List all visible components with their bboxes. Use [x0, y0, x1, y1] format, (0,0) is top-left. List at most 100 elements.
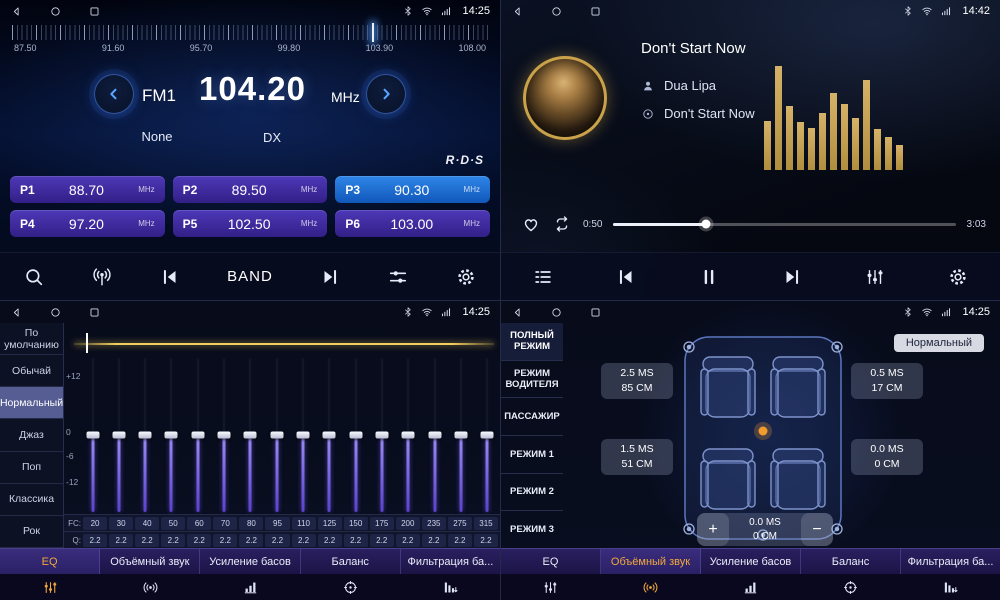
audio-tab-label[interactable]: Баланс	[801, 549, 901, 574]
filter-icon[interactable]	[900, 574, 1000, 600]
surround-icon[interactable]	[601, 574, 701, 600]
frequency-ruler[interactable]	[12, 25, 488, 40]
search-button[interactable]	[23, 266, 45, 288]
audio-tab-label[interactable]: Фильтрация ба...	[401, 549, 500, 574]
eq-slider-knob[interactable]	[244, 431, 257, 438]
eq-band-slider[interactable]	[295, 357, 312, 512]
audio-tab-label[interactable]: Усиление басов	[701, 549, 801, 574]
home-circle-icon[interactable]	[49, 5, 62, 18]
eq-vertical-icon[interactable]	[0, 574, 100, 600]
repeat-button[interactable]	[552, 214, 572, 234]
preset-button-p5[interactable]: P5102.50MHz	[173, 210, 328, 237]
bass-boost-icon[interactable]	[701, 574, 801, 600]
seek-up-button[interactable]	[366, 74, 406, 114]
prev-station-button[interactable]	[159, 266, 181, 288]
eq-band-slider[interactable]	[84, 357, 101, 512]
audio-tab-label[interactable]: EQ	[0, 549, 100, 574]
recents-square-icon[interactable]	[88, 306, 101, 319]
progress-bar[interactable]	[613, 223, 955, 226]
eq-preset-item[interactable]: Рок	[0, 516, 63, 548]
delay-minus-button[interactable]: −	[801, 513, 833, 546]
audio-tab-label[interactable]: EQ	[501, 549, 601, 574]
preset-button-p2[interactable]: P289.50MHz	[173, 176, 328, 203]
eq-slider-knob[interactable]	[112, 431, 125, 438]
filter-icon[interactable]	[400, 574, 500, 600]
eq-slider-knob[interactable]	[402, 431, 415, 438]
preset-button-p6[interactable]: P6103.00MHz	[335, 210, 490, 237]
eq-band-slider[interactable]	[400, 357, 417, 512]
eq-band-slider[interactable]	[347, 357, 364, 512]
playlist-button[interactable]	[532, 266, 554, 288]
surround-mode-item[interactable]: ПОЛНЫЙ РЕЖИМ	[501, 323, 563, 361]
eq-band-slider[interactable]	[242, 357, 259, 512]
audio-tab-label[interactable]: Объёмный звук	[601, 549, 701, 574]
eq-slider-knob[interactable]	[86, 431, 99, 438]
tune-button[interactable]	[387, 266, 409, 288]
eq-band-slider[interactable]	[163, 357, 180, 512]
eq-band-slider[interactable]	[426, 357, 443, 512]
back-icon[interactable]	[511, 5, 524, 18]
bass-boost-icon[interactable]	[200, 574, 300, 600]
audio-tab-label[interactable]: Баланс	[301, 549, 401, 574]
seek-down-button[interactable]	[94, 74, 134, 114]
eq-preset-item[interactable]: Обычай	[0, 355, 63, 387]
eq-vertical-icon[interactable]	[501, 574, 601, 600]
balance-icon[interactable]	[800, 574, 900, 600]
surround-icon[interactable]	[100, 574, 200, 600]
eq-slider-knob[interactable]	[191, 431, 204, 438]
progress-knob[interactable]	[701, 220, 710, 229]
eq-band-slider[interactable]	[374, 357, 391, 512]
audio-tab-label[interactable]: Усиление басов	[200, 549, 300, 574]
recents-square-icon[interactable]	[88, 5, 101, 18]
eq-slider-knob[interactable]	[165, 431, 178, 438]
eq-slider-knob[interactable]	[297, 431, 310, 438]
profile-badge[interactable]: Нормальный	[894, 334, 984, 352]
home-circle-icon[interactable]	[550, 306, 563, 319]
eq-slider-knob[interactable]	[139, 431, 152, 438]
surround-mode-item[interactable]: ПАССАЖИР	[501, 398, 563, 436]
eq-preset-item[interactable]: По умолчанию	[0, 323, 63, 355]
preset-button-p1[interactable]: P188.70MHz	[10, 176, 165, 203]
eq-band-slider[interactable]	[453, 357, 470, 512]
recents-square-icon[interactable]	[589, 306, 602, 319]
preset-button-p4[interactable]: P497.20MHz	[10, 210, 165, 237]
pause-button[interactable]	[698, 266, 720, 288]
audio-tab-label[interactable]: Объёмный звук	[100, 549, 200, 574]
eq-button[interactable]	[864, 266, 886, 288]
next-track-button[interactable]	[781, 266, 803, 288]
recents-square-icon[interactable]	[589, 5, 602, 18]
eq-band-slider[interactable]	[321, 357, 338, 512]
eq-slider-knob[interactable]	[376, 431, 389, 438]
eq-slider-knob[interactable]	[481, 431, 494, 438]
eq-slider-knob[interactable]	[428, 431, 441, 438]
settings-button[interactable]	[455, 266, 477, 288]
eq-band-slider[interactable]	[110, 357, 127, 512]
home-circle-icon[interactable]	[49, 306, 62, 319]
surround-mode-item[interactable]: РЕЖИМ 2	[501, 474, 563, 512]
back-icon[interactable]	[511, 306, 524, 319]
eq-slider-knob[interactable]	[270, 431, 283, 438]
auto-scan-button[interactable]	[91, 266, 113, 288]
eq-slider-knob[interactable]	[323, 431, 336, 438]
eq-band-slider[interactable]	[268, 357, 285, 512]
prev-track-button[interactable]	[615, 266, 637, 288]
settings-button[interactable]	[947, 266, 969, 288]
eq-preset-item[interactable]: Нормальный	[0, 387, 63, 419]
surround-mode-item[interactable]: РЕЖИМ 1	[501, 436, 563, 474]
eq-preset-item[interactable]: Джаз	[0, 419, 63, 451]
eq-preset-item[interactable]: Поп	[0, 452, 63, 484]
eq-slider-knob[interactable]	[349, 431, 362, 438]
eq-band-slider[interactable]	[479, 357, 496, 512]
surround-mode-item[interactable]: РЕЖИМ ВОДИТЕЛЯ	[501, 361, 563, 399]
eq-preset-item[interactable]: Классика	[0, 484, 63, 516]
back-icon[interactable]	[10, 306, 23, 319]
favorite-button[interactable]	[521, 214, 541, 234]
band-button[interactable]: BAND	[227, 268, 273, 285]
delay-plus-button[interactable]: +	[697, 513, 729, 546]
eq-band-slider[interactable]	[189, 357, 206, 512]
eq-band-slider[interactable]	[137, 357, 154, 512]
eq-band-slider[interactable]	[216, 357, 233, 512]
back-icon[interactable]	[10, 5, 23, 18]
balance-icon[interactable]	[300, 574, 400, 600]
eq-slider-knob[interactable]	[455, 431, 468, 438]
